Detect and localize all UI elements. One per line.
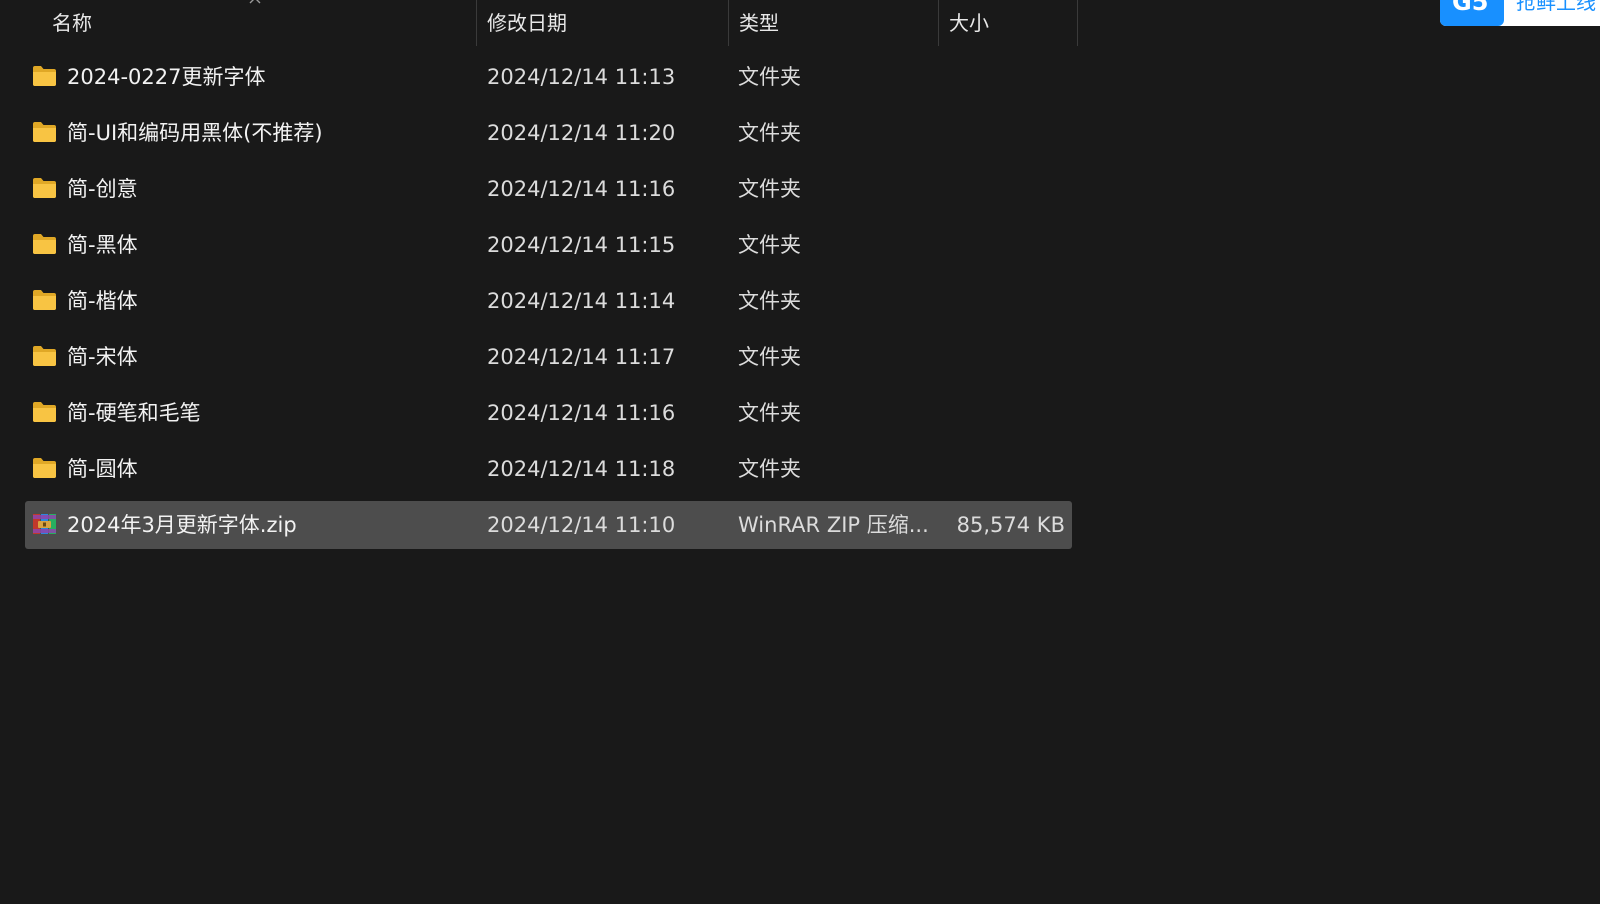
winrar-archive-icon <box>33 514 56 534</box>
file-list: 2024-0227更新字体 2024/12/14 11:13 文件夹 简-UI和… <box>25 53 1072 557</box>
file-type: WinRAR ZIP 压缩... <box>738 513 929 537</box>
file-type: 文件夹 <box>738 289 801 313</box>
promo-widget[interactable]: G5 抢鲜上线 <box>1440 0 1600 26</box>
column-header-name-label: 名称 <box>52 11 92 35</box>
column-header: 名称 修改日期 类型 大小 <box>0 0 1080 46</box>
file-type: 文件夹 <box>738 345 801 369</box>
file-type: 文件夹 <box>738 457 801 481</box>
file-modified-date: 2024/12/14 11:14 <box>487 289 676 313</box>
sort-ascending-icon <box>249 0 261 4</box>
file-modified-date: 2024/12/14 11:16 <box>487 177 676 201</box>
column-header-type[interactable]: 类型 <box>728 0 938 46</box>
file-type: 文件夹 <box>738 65 801 89</box>
file-explorer: 名称 修改日期 类型 大小 2024-0227更新字体 2024/12/14 1… <box>0 0 1600 904</box>
column-header-date[interactable]: 修改日期 <box>476 0 728 46</box>
file-row[interactable]: 简-硬笔和毛笔 2024/12/14 11:16 文件夹 <box>25 389 1072 437</box>
file-name: 简-硬笔和毛笔 <box>67 401 201 425</box>
file-row-selected[interactable]: 2024年3月更新字体.zip 2024/12/14 11:10 WinRAR … <box>25 501 1072 549</box>
column-header-type-label: 类型 <box>739 11 779 35</box>
file-type: 文件夹 <box>738 121 801 145</box>
file-name: 2024-0227更新字体 <box>67 65 266 89</box>
file-modified-date: 2024/12/14 11:16 <box>487 401 676 425</box>
file-row[interactable]: 简-创意 2024/12/14 11:16 文件夹 <box>25 165 1072 213</box>
file-type: 文件夹 <box>738 401 801 425</box>
file-row[interactable]: 简-黑体 2024/12/14 11:15 文件夹 <box>25 221 1072 269</box>
file-row[interactable]: 简-楷体 2024/12/14 11:14 文件夹 <box>25 277 1072 325</box>
promo-logo-icon: G5 <box>1440 0 1504 26</box>
folder-icon <box>33 346 56 366</box>
file-name: 简-创意 <box>67 177 138 201</box>
file-name: 简-宋体 <box>67 345 138 369</box>
file-type: 文件夹 <box>738 177 801 201</box>
folder-icon <box>33 290 56 310</box>
file-modified-date: 2024/12/14 11:20 <box>487 121 676 145</box>
file-name: 简-楷体 <box>67 289 138 313</box>
file-row[interactable]: 简-UI和编码用黑体(不推荐) 2024/12/14 11:20 文件夹 <box>25 109 1072 157</box>
file-row[interactable]: 2024-0227更新字体 2024/12/14 11:13 文件夹 <box>25 53 1072 101</box>
file-row[interactable]: 简-宋体 2024/12/14 11:17 文件夹 <box>25 333 1072 381</box>
folder-icon <box>33 234 56 254</box>
file-row[interactable]: 简-圆体 2024/12/14 11:18 文件夹 <box>25 445 1072 493</box>
file-name: 简-UI和编码用黑体(不推荐) <box>67 121 323 145</box>
promo-label: 抢鲜上线 <box>1516 0 1596 14</box>
file-modified-date: 2024/12/14 11:17 <box>487 345 676 369</box>
file-modified-date: 2024/12/14 11:18 <box>487 457 676 481</box>
file-modified-date: 2024/12/14 11:13 <box>487 65 676 89</box>
column-header-size[interactable]: 大小 <box>938 0 1078 46</box>
column-header-date-label: 修改日期 <box>487 11 567 35</box>
file-size: 85,574 KB <box>956 513 1065 537</box>
file-modified-date: 2024/12/14 11:10 <box>487 513 676 537</box>
file-name: 2024年3月更新字体.zip <box>67 513 297 537</box>
file-type: 文件夹 <box>738 233 801 257</box>
file-modified-date: 2024/12/14 11:15 <box>487 233 676 257</box>
file-name: 简-黑体 <box>67 233 138 257</box>
folder-icon <box>33 458 56 478</box>
file-name: 简-圆体 <box>67 457 138 481</box>
folder-icon <box>33 66 56 86</box>
folder-icon <box>33 122 56 142</box>
folder-icon <box>33 178 56 198</box>
promo-logo-text: G5 <box>1452 0 1489 16</box>
column-header-size-label: 大小 <box>949 11 989 35</box>
folder-icon <box>33 402 56 422</box>
